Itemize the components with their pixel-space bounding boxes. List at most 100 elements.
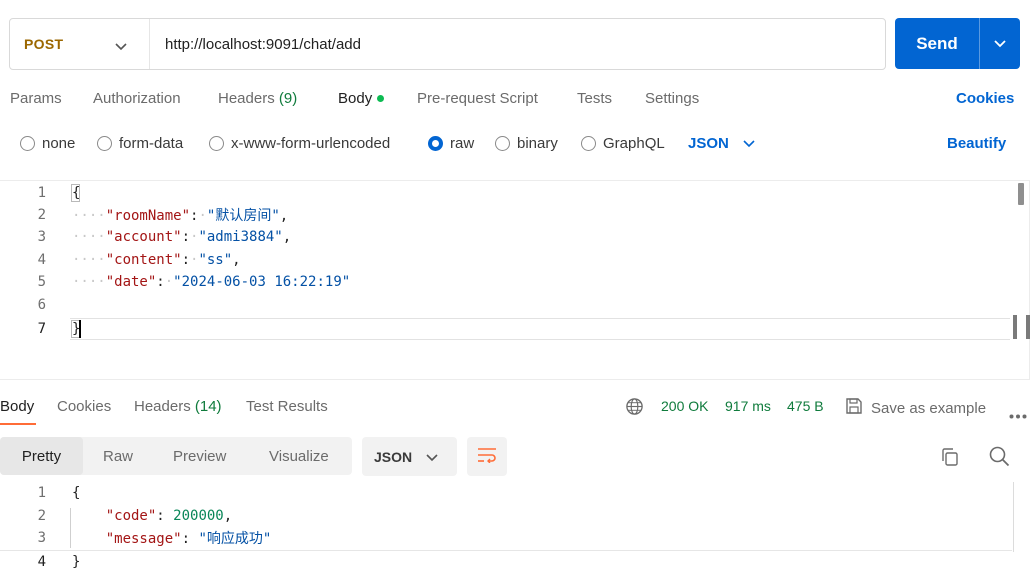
tab-tests[interactable]: Tests bbox=[577, 90, 612, 107]
json-key: "account" bbox=[105, 229, 182, 245]
radio-raw[interactable]: raw bbox=[428, 135, 474, 152]
chevron-down-icon bbox=[743, 135, 755, 152]
radio-binary[interactable]: binary bbox=[495, 135, 558, 152]
scrollbar-marker[interactable] bbox=[1013, 315, 1030, 339]
code-text: { bbox=[72, 185, 81, 201]
language-select[interactable]: JSON bbox=[688, 135, 755, 152]
send-button[interactable]: Send bbox=[895, 34, 979, 54]
code-text: ····"account":·"admi3884", bbox=[72, 229, 292, 245]
url-bar: POST http://localhost:9091/chat/add bbox=[9, 18, 886, 70]
json-key: "message" bbox=[105, 531, 182, 547]
view-visualize[interactable]: Visualize bbox=[269, 437, 329, 475]
response-view-segmented: Pretty Raw Preview Visualize bbox=[0, 437, 352, 475]
radio-label: none bbox=[42, 135, 76, 152]
line-number: 6 bbox=[37, 297, 46, 313]
wrap-lines-button[interactable] bbox=[467, 437, 507, 476]
code-line: 7 } bbox=[0, 318, 1012, 340]
cookies-link[interactable]: Cookies bbox=[956, 90, 1014, 107]
json-value: "默认房间" bbox=[206, 208, 280, 224]
line-number: 5 bbox=[37, 274, 46, 290]
send-button-group: Send bbox=[895, 18, 1020, 69]
code-line: 2 ····"roomName":·"默认房间", bbox=[0, 204, 1012, 226]
line-number: 3 bbox=[37, 229, 46, 245]
view-pretty[interactable]: Pretty bbox=[0, 437, 83, 475]
radio-label: GraphQL bbox=[603, 135, 665, 152]
response-tab-headers[interactable]: Headers (14) bbox=[134, 398, 222, 415]
radio-circle bbox=[97, 136, 112, 151]
send-options-chevron-icon[interactable] bbox=[980, 39, 1020, 49]
code-text: ····"content":·"ss", bbox=[72, 252, 241, 268]
method-select[interactable]: POST bbox=[10, 19, 150, 69]
language-label: JSON bbox=[688, 135, 729, 152]
code-line: 1 { bbox=[0, 482, 1012, 504]
json-key: "code" bbox=[105, 508, 157, 524]
save-as-example-label: Save as example bbox=[871, 399, 987, 417]
response-time[interactable]: 917 ms bbox=[725, 398, 771, 414]
request-body-editor[interactable]: 1 { 2 ····"roomName":·"默认房间", 3 ····"acc… bbox=[0, 180, 1030, 380]
save-icon bbox=[845, 397, 863, 419]
tab-authorization[interactable]: Authorization bbox=[93, 90, 181, 107]
request-tabs: Params Authorization Headers (9) Body Pr… bbox=[10, 90, 1032, 110]
save-as-example-button[interactable]: Save as example bbox=[845, 397, 986, 419]
tab-settings[interactable]: Settings bbox=[645, 90, 699, 107]
json-value: "2024-06-03 16:22:19" bbox=[173, 274, 351, 290]
radio-none[interactable]: none bbox=[20, 135, 75, 152]
view-raw[interactable]: Raw bbox=[103, 437, 133, 475]
status-code[interactable]: 200 OK bbox=[661, 398, 708, 414]
indent-guide: ···· bbox=[72, 208, 106, 224]
tab-headers[interactable]: Headers (9) bbox=[218, 90, 297, 107]
line-number: 1 bbox=[37, 485, 46, 501]
copy-icon[interactable] bbox=[940, 447, 960, 470]
response-tab-cookies[interactable]: Cookies bbox=[57, 398, 111, 415]
tab-body-label: Body bbox=[338, 90, 373, 107]
beautify-button[interactable]: Beautify bbox=[947, 135, 1006, 152]
line-number: 2 bbox=[37, 207, 46, 223]
radio-circle bbox=[209, 136, 224, 151]
scrollbar-thumb[interactable] bbox=[1018, 183, 1024, 205]
active-tab-underline bbox=[0, 423, 36, 425]
radio-graphql[interactable]: GraphQL bbox=[581, 135, 665, 152]
response-format-select[interactable]: JSON bbox=[362, 437, 457, 476]
json-key: "content" bbox=[105, 252, 182, 268]
code-line: 6 bbox=[0, 294, 1012, 316]
code-text: } bbox=[72, 553, 81, 570]
json-value: "ss" bbox=[198, 252, 233, 268]
url-input[interactable]: http://localhost:9091/chat/add bbox=[150, 36, 361, 53]
method-label: POST bbox=[24, 36, 64, 52]
tab-params[interactable]: Params bbox=[10, 90, 62, 107]
more-options-icon[interactable] bbox=[1009, 406, 1027, 422]
response-tab-test-results[interactable]: Test Results bbox=[246, 398, 328, 415]
response-size[interactable]: 475 B bbox=[787, 398, 824, 414]
indent-guide: ···· bbox=[72, 229, 106, 245]
indent-guide: ···· bbox=[72, 252, 106, 268]
search-icon[interactable] bbox=[989, 446, 1010, 470]
wrap-lines-icon bbox=[477, 447, 497, 466]
response-scrollbar[interactable] bbox=[1013, 482, 1032, 552]
tab-body[interactable]: Body bbox=[338, 90, 385, 107]
tab-prerequest-script[interactable]: Pre-request Script bbox=[417, 90, 538, 107]
view-preview[interactable]: Preview bbox=[173, 437, 226, 475]
globe-icon[interactable] bbox=[625, 397, 644, 419]
json-value: "admi3884" bbox=[198, 229, 283, 245]
json-value: "响应成功" bbox=[198, 531, 272, 547]
code-line: 3 "message": "响应成功" bbox=[0, 527, 1012, 549]
radio-label: form-data bbox=[119, 135, 184, 152]
code-line: 4 } bbox=[0, 550, 1012, 572]
radio-label: binary bbox=[517, 135, 558, 152]
radio-circle bbox=[495, 136, 510, 151]
radio-form-data[interactable]: form-data bbox=[97, 135, 183, 152]
line-number: 4 bbox=[37, 252, 46, 268]
chevron-down-icon bbox=[114, 39, 128, 55]
line-number: 1 bbox=[37, 185, 46, 201]
code-line: 1 { bbox=[0, 182, 1012, 204]
indent-guide-line bbox=[70, 508, 71, 548]
code-line: 4 ····"content":·"ss", bbox=[0, 249, 1012, 271]
radio-label: x-www-form-urlencoded bbox=[231, 135, 391, 152]
json-number: 200000 bbox=[173, 508, 224, 524]
radio-urlencoded[interactable]: x-www-form-urlencoded bbox=[209, 135, 390, 152]
line-number: 2 bbox=[37, 508, 46, 524]
chevron-down-icon bbox=[426, 449, 438, 465]
response-tab-body[interactable]: Body bbox=[0, 398, 34, 415]
headers-count: (9) bbox=[278, 90, 298, 107]
code-text: "code": 200000, bbox=[105, 508, 233, 524]
